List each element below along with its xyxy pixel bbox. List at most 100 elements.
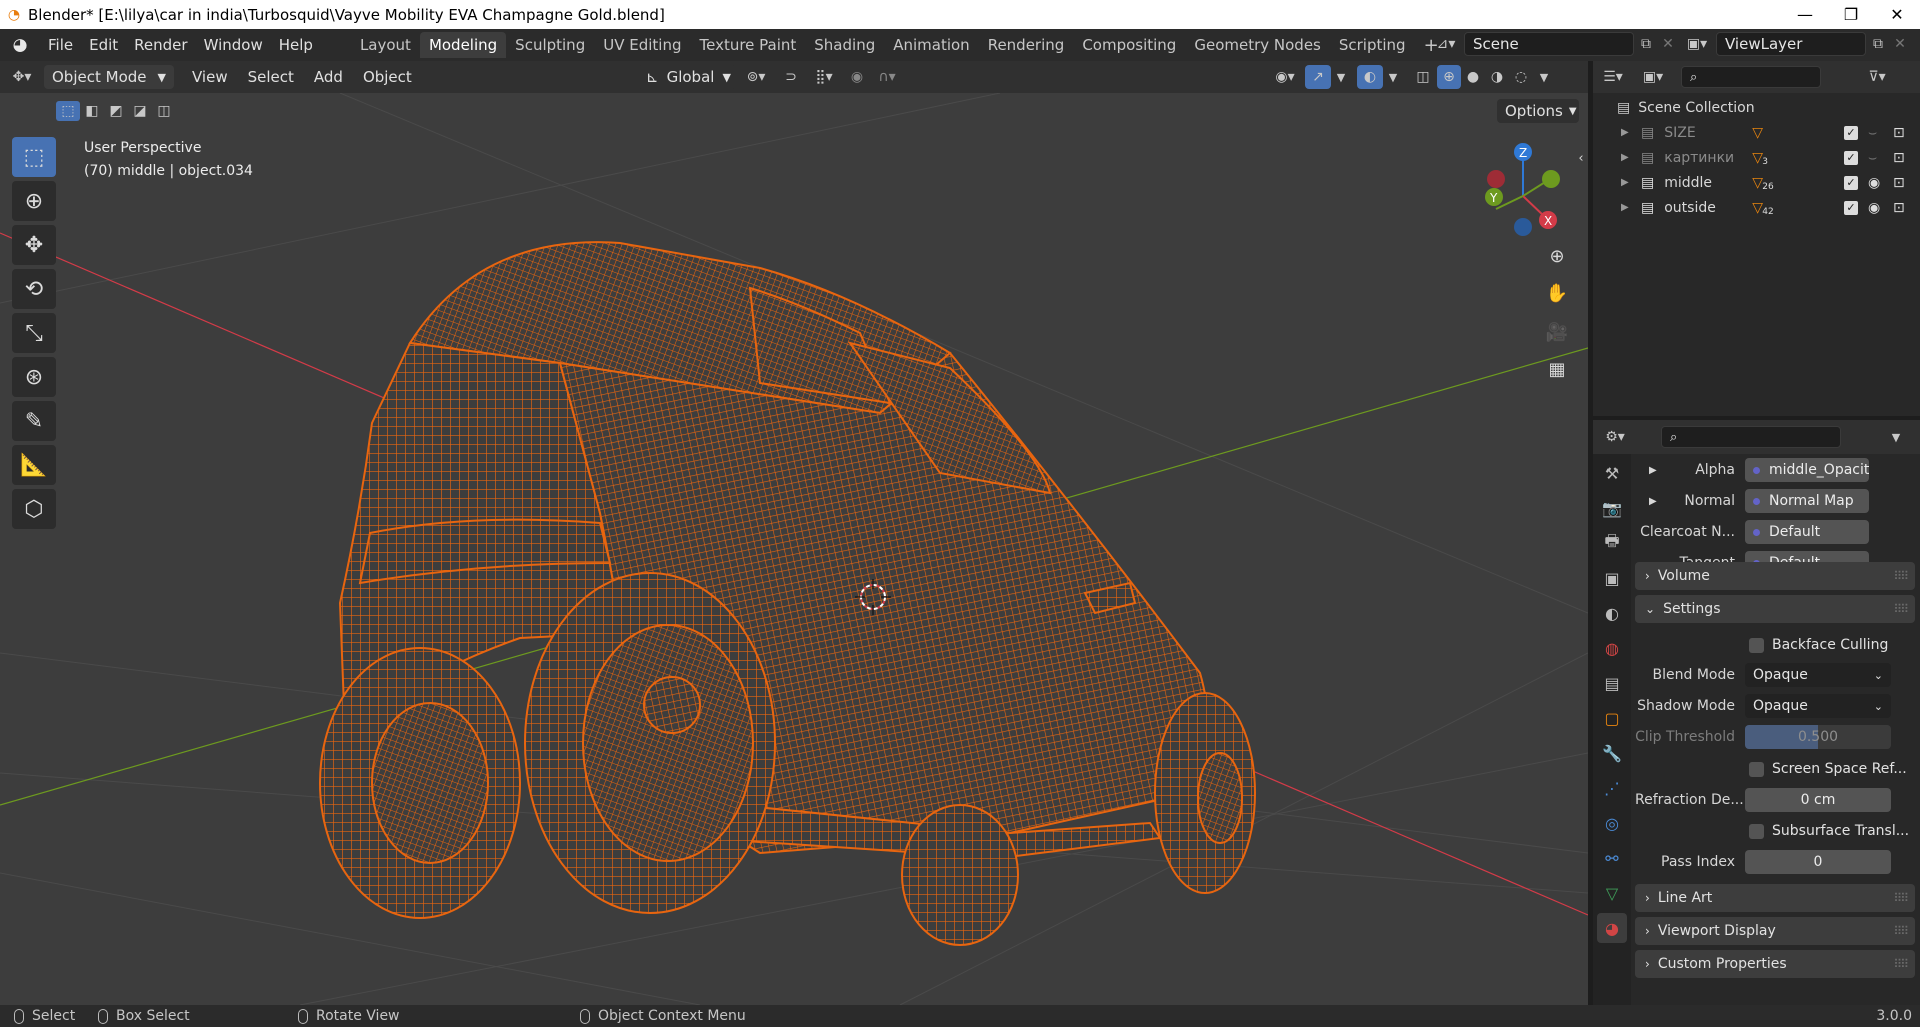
copy-view-layer-icon[interactable]: ⧉ — [1866, 36, 1890, 52]
visibility-icon[interactable]: ◉▾ — [1265, 69, 1305, 85]
exclude-checkbox[interactable]: ✓ — [1844, 125, 1858, 140]
tab-sculpting[interactable]: Sculpting — [506, 32, 594, 58]
visibility-eye-icon[interactable]: ◉ — [1868, 200, 1880, 216]
select-new-icon[interactable]: ⬚ — [56, 101, 80, 121]
render-camera-icon[interactable]: ⊡ — [1893, 125, 1905, 141]
render-tab-icon[interactable]: 📷 — [1597, 493, 1627, 523]
scene-name-field[interactable]: Scene — [1464, 32, 1634, 56]
output-tab-icon[interactable]: 🖶 — [1597, 528, 1627, 558]
expand-arrow-icon[interactable]: ▶ — [1621, 152, 1641, 163]
navigation-gizmo[interactable]: Z X Y — [1485, 143, 1560, 236]
orientation-selector[interactable]: ⊾ Global ▼ — [638, 65, 736, 89]
collapse-sidebar-icon[interactable]: ‹ — [1574, 141, 1588, 175]
collection-tab-icon[interactable]: ▤ — [1597, 668, 1627, 698]
drag-grip-icon[interactable]: ⠿⠿ — [1893, 569, 1909, 583]
volume-panel-header[interactable]: › Volume ⠿⠿ — [1635, 562, 1915, 590]
minimize-button[interactable]: — — [1782, 0, 1828, 29]
outliner-root[interactable]: ▤ Scene Collection — [1593, 95, 1920, 120]
settings-panel-header[interactable]: ⌄ Settings ⠿⠿ — [1635, 595, 1915, 623]
maximize-button[interactable]: ❐ — [1828, 0, 1874, 29]
wireframe-shading-icon[interactable]: ⊕ — [1437, 65, 1461, 89]
viewport-menu-view[interactable]: View — [182, 68, 238, 86]
viewport-display-panel-header[interactable]: › Viewport Display ⠿⠿ — [1635, 917, 1915, 945]
display-mode-icon[interactable]: ▣▾ — [1633, 69, 1673, 85]
menu-render[interactable]: Render — [126, 32, 195, 58]
expand-arrow-icon[interactable]: ▶ — [1649, 496, 1657, 507]
mode-selector[interactable]: Object Mode ▼ — [44, 65, 174, 89]
refraction-depth-field[interactable]: 0 cm — [1745, 788, 1891, 812]
annotate-tool[interactable]: ✎ — [12, 401, 56, 441]
tab-modeling[interactable]: Modeling — [419, 32, 507, 58]
scale-tool[interactable]: ⤡ — [12, 313, 56, 353]
view-layer-tab-icon[interactable]: ▣ — [1597, 563, 1627, 593]
exclude-checkbox[interactable]: ✓ — [1844, 150, 1858, 165]
viewport-menu-select[interactable]: Select — [238, 68, 304, 86]
select-extend-icon[interactable]: ◧ — [80, 101, 104, 121]
3d-viewport[interactable]: Z X Y ⬚ ◧ ◩ ◪ ◫ Options ▼ ⬚ ⊕ ✥ ⟲ ⤡ ⊛ ✎ … — [0, 93, 1588, 1005]
select-box-tool[interactable]: ⬚ — [12, 137, 56, 177]
physics-tab-icon[interactable]: ◎ — [1597, 808, 1627, 838]
zoom-icon[interactable]: ⊕ — [1540, 239, 1574, 273]
viewport-canvas[interactable]: Z X Y — [0, 93, 1588, 1005]
tab-rendering[interactable]: Rendering — [979, 32, 1074, 58]
menu-window[interactable]: Window — [196, 32, 271, 58]
constraints-tab-icon[interactable]: ⚯ — [1597, 843, 1627, 873]
falloff-icon[interactable]: ∩▾ — [872, 69, 902, 85]
xray-toggle-icon[interactable]: ◫ — [1409, 69, 1437, 85]
shadow-mode-dropdown[interactable]: Opaque ⌄ — [1745, 694, 1891, 718]
move-tool[interactable]: ✥ — [12, 225, 56, 265]
view-layer-field[interactable]: ViewLayer — [1716, 32, 1866, 56]
expand-arrow-icon[interactable]: ▶ — [1621, 127, 1641, 138]
outliner-item[interactable]: ▶ ▤ картинки ▽ 3 ✓ ⌣ ⊡ — [1593, 145, 1920, 170]
tab-shading[interactable]: Shading — [805, 32, 884, 58]
tool-tab-icon[interactable]: ⚒ — [1597, 458, 1627, 488]
visibility-eye-icon[interactable]: ⌣ — [1868, 125, 1877, 141]
custom-properties-panel-header[interactable]: › Custom Properties ⠿⠿ — [1635, 950, 1915, 978]
copy-scene-icon[interactable]: ⧉ — [1634, 36, 1658, 52]
pass-index-field[interactable]: 0 — [1745, 850, 1891, 874]
particles-tab-icon[interactable]: ⋰ — [1597, 773, 1627, 803]
tab-scripting[interactable]: Scripting — [1330, 32, 1415, 58]
tab-geometry-nodes[interactable]: Geometry Nodes — [1185, 32, 1330, 58]
shading-dropdown-icon[interactable]: ▼ — [1533, 71, 1555, 84]
add-cube-tool[interactable]: ⬡ — [12, 489, 56, 529]
camera-view-icon[interactable]: 🎥 — [1540, 315, 1574, 349]
outliner-item[interactable]: ▶ ▤ middle ▽ 26 ✓ ◉ ⊡ — [1593, 170, 1920, 195]
subsurface-translucency-checkbox[interactable]: Subsurface Transl... — [1749, 818, 1909, 844]
cursor-tool[interactable]: ⊕ — [12, 181, 56, 221]
overlay-toggle-icon[interactable]: ◐ — [1357, 65, 1383, 89]
outliner-editor-icon[interactable]: ☰▾ — [1593, 69, 1633, 85]
expand-arrow-icon[interactable]: ▶ — [1621, 177, 1641, 188]
checkbox-box[interactable] — [1749, 823, 1764, 839]
clip-threshold-field[interactable]: 0.500 — [1745, 725, 1891, 749]
expand-arrow-icon[interactable]: ▶ — [1621, 202, 1641, 213]
drag-grip-icon[interactable]: ⠿⠿ — [1893, 924, 1909, 938]
material-tab-icon[interactable]: ◕ — [1597, 913, 1627, 943]
select-invert-icon[interactable]: ◪ — [128, 101, 152, 121]
shader-input-link[interactable]: middle_Opacity... — [1745, 458, 1869, 482]
rotate-tool[interactable]: ⟲ — [12, 269, 56, 309]
tab-animation[interactable]: Animation — [884, 32, 978, 58]
blender-menu-icon[interactable]: ◕ — [0, 35, 40, 55]
world-tab-icon[interactable]: ◍ — [1597, 633, 1627, 663]
properties-editor-icon[interactable]: ⚙▾ — [1593, 429, 1637, 445]
overlay-dropdown-icon[interactable]: ▼ — [1383, 71, 1403, 84]
outliner-search-field[interactable]: ⌕ — [1681, 66, 1821, 88]
rendered-shading-icon[interactable]: ◌ — [1509, 65, 1533, 89]
snap-increment-icon[interactable]: ⣿▾ — [806, 69, 842, 85]
options-dropdown[interactable]: Options ▼ — [1497, 99, 1579, 123]
drag-grip-icon[interactable]: ⠿⠿ — [1893, 602, 1909, 616]
exclude-checkbox[interactable]: ✓ — [1844, 200, 1858, 215]
pivot-icon[interactable]: ⊚▾ — [736, 69, 776, 85]
menu-help[interactable]: Help — [271, 32, 321, 58]
outliner-item[interactable]: ▶ ▤ SIZE ▽ ✓ ⌣ ⊡ — [1593, 120, 1920, 145]
tab-texture-paint[interactable]: Texture Paint — [690, 32, 805, 58]
properties-search-field[interactable]: ⌕ — [1661, 426, 1841, 448]
tab-compositing[interactable]: Compositing — [1073, 32, 1185, 58]
transform-tool[interactable]: ⊛ — [12, 357, 56, 397]
visibility-eye-icon[interactable]: ◉ — [1868, 175, 1880, 191]
pan-hand-icon[interactable]: ✋ — [1540, 276, 1574, 310]
shader-input-link[interactable]: Default — [1745, 520, 1869, 544]
shader-input-link[interactable]: Normal Map — [1745, 489, 1869, 513]
outliner-item[interactable]: ▶ ▤ outside ▽ 42 ✓ ◉ ⊡ — [1593, 195, 1920, 220]
